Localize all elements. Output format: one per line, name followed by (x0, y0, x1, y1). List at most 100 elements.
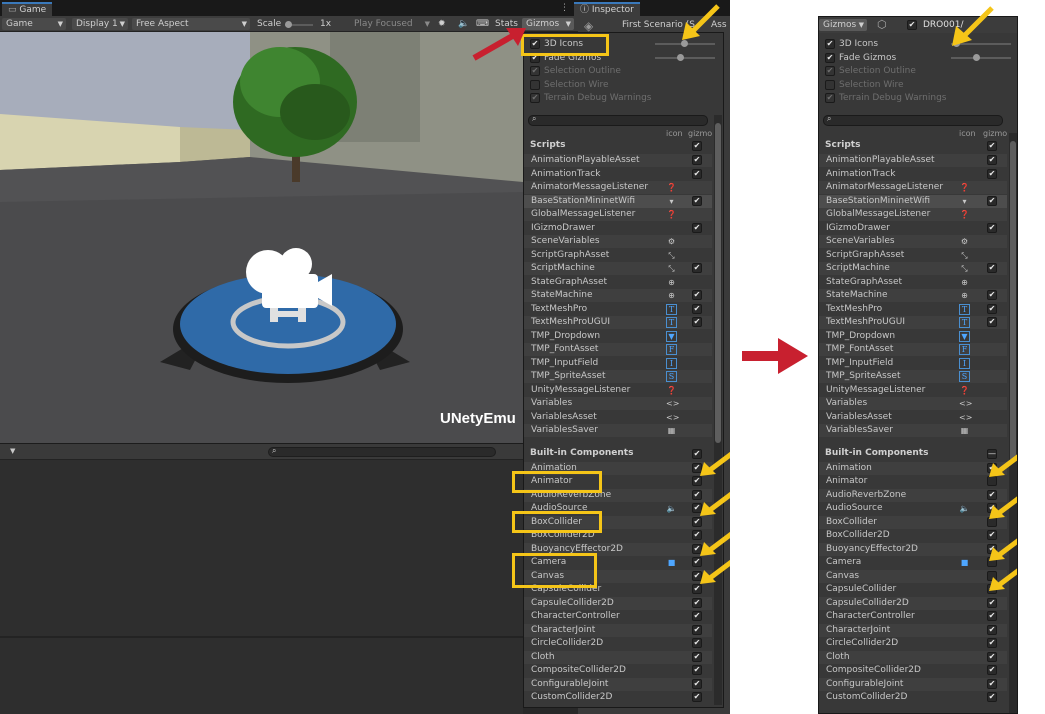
fade-slider-knob[interactable] (677, 54, 684, 61)
code-icon[interactable]: <> (959, 398, 972, 409)
state-icon[interactable]: ⊕ (666, 290, 677, 301)
code-icon[interactable]: <> (666, 398, 679, 409)
scrollbar-thumb[interactable] (1010, 141, 1016, 461)
play-focused-dropdown[interactable]: Play Focused ▼ (354, 18, 430, 30)
list-item[interactable]: CharacterController ✔ (819, 610, 1007, 623)
tab-inspector[interactable]: ⓘ Inspector (574, 2, 640, 16)
gizmo-search-input[interactable]: ⌕ (823, 114, 1003, 126)
list-item[interactable]: TMP_FontAsset F (819, 343, 1007, 356)
gizmo-checkbox[interactable]: ✔ (987, 303, 997, 314)
gizmo-option[interactable]: ✔ 3D Icons (825, 38, 955, 51)
list-item[interactable]: ScriptMachine ⤡ ✔ (819, 262, 1007, 275)
gizmo-checkbox[interactable]: ✔ (692, 155, 702, 165)
gizmo-option[interactable]: Selection Wire (530, 79, 660, 92)
ear-icon[interactable]: ❓ (666, 182, 677, 193)
gizmo-checkbox[interactable]: ✔ (987, 195, 997, 206)
gizmo-checkbox[interactable]: ✔ (692, 168, 702, 179)
option-checkbox[interactable] (530, 79, 540, 90)
gizmo-checkbox[interactable]: ✔ (692, 290, 702, 300)
tmp-sprite-icon[interactable]: S (666, 371, 677, 382)
fade-slider[interactable] (951, 54, 1011, 61)
scale-slider[interactable] (285, 21, 313, 28)
list-item[interactable]: TMP_InputField I (524, 357, 712, 370)
list-item[interactable]: VariablesAsset <> (819, 411, 1007, 424)
gizmo-checkbox[interactable]: ✔ (987, 651, 997, 662)
aspect-dropdown[interactable]: Free Aspect ▼ (132, 18, 250, 30)
audio-mute-icon[interactable]: 🔈 (458, 18, 469, 30)
list-item[interactable]: CustomCollider2D ✔ (819, 691, 1007, 704)
list-item[interactable]: BaseStationMininetWifi ▾ ✔ (819, 194, 1007, 208)
gizmo-checkbox[interactable]: ✔ (987, 222, 997, 233)
gizmo-checkbox[interactable]: ✔ (692, 665, 702, 675)
list-item[interactable]: ScriptGraphAsset ⤡ (524, 249, 712, 262)
list-item[interactable]: ScriptGraphAsset ⤡ (819, 249, 1007, 262)
list-item[interactable]: ScriptMachine ⤡ ✔ (524, 262, 712, 275)
list-item[interactable]: AnimationTrack ✔ (524, 168, 712, 181)
list-item[interactable]: TextMeshPro T ✔ (524, 303, 712, 316)
gizmo-option[interactable]: ✔ Terrain Debug Warnings (530, 92, 660, 105)
scrollbar-left[interactable] (714, 115, 722, 705)
gizmo-checkbox[interactable]: ✔ (987, 597, 997, 608)
option-checkbox[interactable]: ✔ (825, 66, 835, 76)
list-item[interactable]: IGizmoDrawer ✔ (524, 222, 712, 235)
option-checkbox[interactable]: ✔ (530, 66, 540, 76)
list-item[interactable]: StateMachine ⊕ ✔ (524, 289, 712, 302)
scale-slider-knob[interactable] (285, 21, 292, 28)
tmp-font-icon[interactable]: F (959, 344, 970, 355)
gizmo-checkbox[interactable]: ✔ (692, 317, 702, 327)
gizmo-checkbox[interactable]: ✔ (692, 516, 702, 527)
list-item[interactable]: CharacterJoint ✔ (524, 623, 712, 637)
tmp-font-icon[interactable]: F (666, 344, 677, 355)
speaker-icon[interactable]: 🔈 (959, 503, 970, 514)
list-item[interactable]: CapsuleCollider2D ✔ (524, 596, 712, 610)
graph-icon[interactable]: ⤡ (959, 263, 970, 274)
gizmo-checkbox[interactable]: ✔ (987, 168, 997, 179)
gizmo-checkbox[interactable]: ✔ (692, 195, 702, 206)
list-item[interactable]: AnimationPlayableAsset ✔ (819, 154, 1007, 167)
ear-icon[interactable]: ❓ (959, 385, 970, 396)
list-item[interactable]: CapsuleCollider✔ (819, 583, 1007, 596)
list-item[interactable]: TextMeshPro T ✔ (819, 303, 1007, 316)
gizmo-checkbox[interactable]: ✔ (692, 263, 702, 273)
display-mode-dropdown[interactable]: Game ▼ (2, 18, 66, 30)
list-item[interactable]: AnimatorMessageListener ❓ (524, 181, 712, 194)
list-item[interactable]: BuoyancyEffector2D ✔ (819, 542, 1007, 556)
gizmo-checkbox[interactable]: ✔ (987, 317, 997, 327)
dropdown-icon[interactable]: ▾ (959, 196, 970, 207)
state-icon[interactable]: ⊕ (666, 277, 677, 288)
list-item[interactable]: VariablesAsset <> (524, 411, 712, 424)
gizmo-checkbox[interactable]: ✔ (692, 638, 702, 648)
graph-icon[interactable]: ⤡ (959, 250, 970, 261)
active-checkbox[interactable]: ✔ (907, 20, 917, 30)
dropdown-icon[interactable]: ▾ (666, 196, 677, 207)
list-item[interactable]: TMP_SpriteAsset S (819, 370, 1007, 383)
list-item[interactable]: GlobalMessageListener ❓ (524, 208, 712, 221)
tmp-sprite-icon[interactable]: S (959, 371, 970, 382)
variables-icon[interactable]: ⚙ (959, 236, 970, 247)
gizmo-checkbox[interactable]: ✔ (692, 624, 702, 635)
list-item[interactable]: Canvas (819, 569, 1007, 583)
gizmo-checkbox[interactable]: ✔ (987, 611, 997, 621)
tmp-text-icon[interactable]: T (666, 303, 677, 315)
variables-icon[interactable]: ⚙ (666, 236, 677, 247)
gizmo-checkbox[interactable]: ✔ (987, 638, 997, 648)
option-checkbox[interactable]: ✔ (825, 52, 835, 63)
gizmo-checkbox[interactable]: ✔ (692, 611, 702, 621)
list-item[interactable]: Animator (819, 475, 1007, 488)
gizmo-checkbox[interactable]: ✔ (692, 651, 702, 662)
graph-icon[interactable]: ⤡ (666, 263, 677, 274)
tab-game[interactable]: ▭ Game (2, 2, 53, 16)
chevron-down-icon[interactable]: ▼ (10, 447, 15, 455)
ear-icon[interactable]: ❓ (959, 182, 970, 193)
fade-slider[interactable] (655, 54, 715, 61)
list-item[interactable]: VariablesSaver ▦ (524, 424, 712, 437)
bug-icon[interactable]: ✹ (438, 18, 446, 30)
tmp-dropdown-icon[interactable]: ▼ (959, 330, 970, 342)
list-item[interactable]: AudioSource 🔈 ✔ (819, 502, 1007, 515)
code-icon[interactable]: <> (666, 412, 679, 423)
gizmo-checkbox[interactable]: ✔ (987, 678, 997, 689)
gizmo-checkbox[interactable]: ✔ (692, 678, 702, 689)
list-item[interactable]: Cloth ✔ (524, 650, 712, 664)
list-item[interactable]: SceneVariables ⚙ (524, 235, 712, 248)
gizmo-checkbox[interactable]: ✔ (987, 155, 997, 165)
